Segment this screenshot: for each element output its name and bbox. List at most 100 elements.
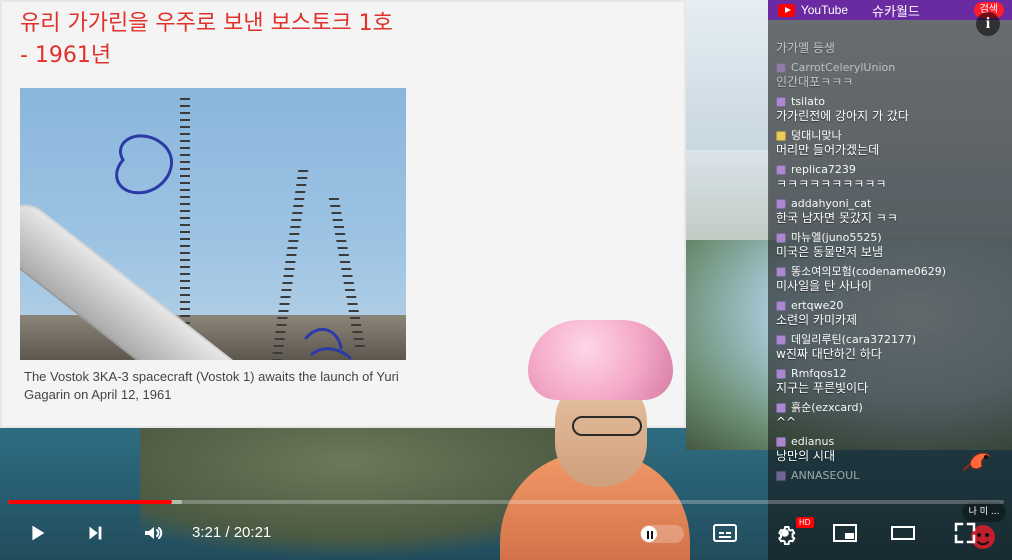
youtube-play-icon [778, 3, 795, 17]
play-button[interactable] [20, 518, 54, 548]
fullscreen-icon [948, 518, 982, 548]
chat-username: tsilato [791, 95, 825, 108]
chat-username: addahyoni_cat [791, 197, 872, 210]
chat-message-text: 지구는 푸른빛이다 [776, 381, 869, 395]
volume-button[interactable] [136, 518, 170, 548]
rocket-photo [20, 88, 406, 360]
chat-message: 데일리루틴(cara372177) w진짜 대단하긴 하다 [776, 334, 1002, 362]
next-icon [78, 518, 112, 548]
chat-username: 흙순(ezxcard) [791, 401, 863, 414]
chat-username: ANNASEOUL [791, 469, 860, 482]
chat-username-row: 흙순(ezxcard) [776, 402, 1002, 414]
video-frame[interactable]: 유리 가가린을 우주로 보낸 보스토크 1호 - 1961년 The Vosto… [0, 0, 1012, 560]
chat-message-list: 가가멜 등생 CarrotCelerylUnion 인간대포ㅋㅋㅋ tsilat… [776, 40, 1002, 488]
play-icon [20, 518, 54, 548]
chat-username-row: 덩대니맞나 [776, 130, 1002, 142]
chat-message-text: 소련의 카미카제 [776, 313, 858, 327]
twitch-badge-icon [776, 471, 786, 481]
pause-icon [647, 531, 649, 539]
youtube-logo: YouTube [778, 2, 848, 18]
chat-message: Rmfqos12 지구는 푸른빛이다 [776, 368, 1002, 396]
youtube-label: YouTube [800, 3, 848, 17]
chat-username-row: Rmfqos12 [776, 368, 1002, 380]
chat-username-row: 똥소여의모험(codename0629) [776, 266, 1002, 278]
twitch-badge-icon [776, 301, 786, 311]
time-total: 20:21 [233, 524, 272, 541]
chat-username: CarrotCelerylUnion [791, 61, 896, 74]
chat-username: edianus [791, 435, 835, 448]
captions-button[interactable] [708, 518, 742, 548]
chat-username: 마뉴엘(juno5525) [791, 231, 882, 244]
chat-username: ertqwe20 [791, 299, 844, 312]
chat-message: tsilato 가가린전에 강아지 가 갔다 [776, 96, 1002, 124]
chat-username-row: 마뉴엘(juno5525) [776, 232, 1002, 244]
chat-message-text: 미국은 동물먼저 보냄 [776, 245, 883, 259]
miniplayer-button[interactable] [828, 518, 862, 548]
chat-message-text: 가가멜 등생 [776, 41, 836, 55]
chat-message-text: ㅋㅋㅋㅋㅋㅋㅋㅋㅋㅋ [776, 177, 887, 191]
chat-message-text: 미사일을 탄 사나이 [776, 279, 872, 293]
chat-message-text: 가가린전에 강아지 가 갔다 [776, 109, 909, 123]
chat-message: 가가멜 등생 [776, 40, 1002, 56]
chat-message: ertqwe20 소련의 카미카제 [776, 300, 1002, 328]
progress-bar[interactable] [8, 500, 1004, 504]
chat-message: addahyoni_cat 한국 남자면 못갔지 ㅋㅋ [776, 198, 1002, 226]
chat-username-row: addahyoni_cat [776, 198, 1002, 210]
time-current: 3:21 [192, 524, 222, 541]
slide-title: 유리 가가린을 우주로 보낸 보스토크 1호 - 1961년 [20, 11, 393, 68]
twitch-badge-icon [776, 97, 786, 107]
chat-username: Rmfqos12 [791, 367, 847, 380]
chat-message-text: 한국 남자면 못갔지 ㅋㅋ [776, 211, 898, 225]
chat-header: YouTube 슈카월드 검색 [768, 0, 1012, 20]
volume-icon [136, 518, 170, 548]
chat-message: CarrotCelerylUnion 인간대포ㅋㅋㅋ [776, 62, 1002, 90]
fullscreen-button[interactable] [948, 518, 982, 548]
shrimp-emote-icon [963, 452, 992, 471]
hand-drawn-circle-annotation [115, 134, 352, 360]
chat-username-row: tsilato [776, 96, 1002, 108]
chat-message-text: w진짜 대단하긴 하다 [776, 347, 882, 361]
twitch-badge-icon [776, 233, 786, 243]
miniplayer-icon [828, 518, 862, 548]
pink-hat [528, 320, 673, 400]
chat-username-row: 데일리루틴(cara372177) [776, 334, 1002, 346]
theater-icon [886, 518, 920, 548]
chat-username-row: replica7239 [776, 164, 1002, 176]
chat-username: 똥소여의모험(codename0629) [791, 265, 947, 278]
twitch-badge-icon [776, 335, 786, 345]
chat-message: 마뉴엘(juno5525) 미국은 동물먼저 보냄 [776, 232, 1002, 260]
info-icon[interactable]: i [976, 12, 1000, 36]
autoplay-toggle-knob [641, 526, 657, 542]
chat-message: 흙순(ezxcard) ^^ [776, 402, 1002, 430]
twitch-badge-icon [776, 369, 786, 379]
chat-username: replica7239 [791, 163, 856, 176]
twitch-badge-icon [776, 403, 786, 413]
chat-message: replica7239 ㅋㅋㅋㅋㅋㅋㅋㅋㅋㅋ [776, 164, 1002, 192]
played-bar [8, 500, 173, 504]
twitch-badge-icon [776, 437, 786, 447]
twitch-badge-icon [776, 131, 786, 141]
chat-username-row: ertqwe20 [776, 300, 1002, 312]
chat-message: 덩대니맞나 머리만 들어가겠는데 [776, 130, 1002, 158]
chat-message-text: 머리만 들어가겠는데 [776, 143, 880, 157]
channel-name: 슈카월드 [872, 5, 920, 20]
host-glasses [572, 416, 642, 436]
twitch-badge-icon [776, 199, 786, 209]
twitch-badge-icon [776, 165, 786, 175]
chat-message: 똥소여의모험(codename0629) 미사일을 탄 사나이 [776, 266, 1002, 294]
hd-badge: HD [796, 517, 814, 528]
chat-message-text: 인간대포ㅋㅋㅋ [776, 75, 854, 89]
chat-username: 데일리루틴(cara372177) [791, 333, 917, 346]
live-chat-overlay: YouTube 슈카월드 검색 가가멜 등생 CarrotCelerylUnio… [768, 0, 1012, 560]
captions-icon [708, 518, 742, 548]
theater-button[interactable] [886, 518, 920, 548]
next-button[interactable] [78, 518, 112, 548]
twitch-badge-icon [776, 63, 786, 73]
time-display: 3:21 / 20:21 [192, 524, 271, 541]
chat-username: 덩대니맞나 [791, 129, 842, 142]
time-separator: / [225, 524, 234, 541]
autoplay-toggle[interactable] [640, 525, 684, 543]
twitch-badge-icon [776, 267, 786, 277]
chat-message-text: ^^ [776, 415, 797, 429]
chat-username-row: CarrotCelerylUnion [776, 62, 1002, 74]
